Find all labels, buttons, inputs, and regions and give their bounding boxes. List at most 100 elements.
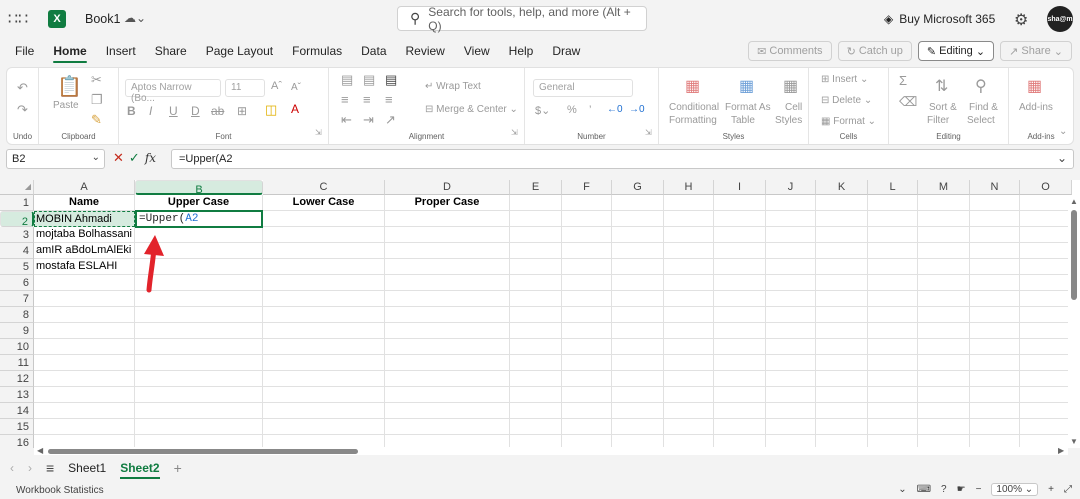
cell-j10[interactable] bbox=[766, 339, 816, 355]
italic-icon[interactable]: I bbox=[149, 104, 152, 118]
row-header-10[interactable]: 10 bbox=[0, 339, 34, 355]
cell-o9[interactable] bbox=[1020, 323, 1072, 339]
cell-j1[interactable] bbox=[766, 195, 816, 211]
cell-i14[interactable] bbox=[714, 403, 766, 419]
sheet-tab-sheet2[interactable]: Sheet2 bbox=[120, 461, 160, 479]
cell-d4[interactable] bbox=[385, 243, 510, 259]
catch-up-button[interactable]: ↻ Catch up bbox=[837, 41, 912, 61]
align-bottom-icon[interactable]: ▤ bbox=[385, 72, 397, 88]
accessibility-icon[interactable]: ⌨ bbox=[917, 484, 931, 495]
cell-a9[interactable] bbox=[34, 323, 135, 339]
cell-g12[interactable] bbox=[612, 371, 664, 387]
cell-f2[interactable] bbox=[562, 211, 612, 227]
cell-h5[interactable] bbox=[664, 259, 714, 275]
cell-d10[interactable] bbox=[385, 339, 510, 355]
cell-e15[interactable] bbox=[510, 419, 562, 435]
cell-d12[interactable] bbox=[385, 371, 510, 387]
cell-i1[interactable] bbox=[714, 195, 766, 211]
wrap-text-button[interactable]: ↵ Wrap Text bbox=[425, 81, 481, 92]
cell-b15[interactable] bbox=[135, 419, 263, 435]
cell-e10[interactable] bbox=[510, 339, 562, 355]
underline-icon[interactable]: U bbox=[169, 104, 178, 118]
cell-d1[interactable]: Proper Case bbox=[385, 195, 510, 211]
cell-k2[interactable] bbox=[816, 211, 868, 227]
buy-microsoft-365-button[interactable]: ◈ Buy Microsoft 365 bbox=[884, 12, 995, 26]
cell-l6[interactable] bbox=[868, 275, 918, 291]
cell-k5[interactable] bbox=[816, 259, 868, 275]
column-header-a[interactable]: A bbox=[34, 180, 135, 195]
cell-j12[interactable] bbox=[766, 371, 816, 387]
cell-g3[interactable] bbox=[612, 227, 664, 243]
cell-k1[interactable] bbox=[816, 195, 868, 211]
row-header-15[interactable]: 15 bbox=[0, 419, 34, 435]
select-all-corner[interactable]: ◢ bbox=[0, 180, 34, 195]
cell-c4[interactable] bbox=[263, 243, 385, 259]
cell-k4[interactable] bbox=[816, 243, 868, 259]
cell-g8[interactable] bbox=[612, 307, 664, 323]
cell-e7[interactable] bbox=[510, 291, 562, 307]
sort-filter-button[interactable]: Sort & bbox=[929, 102, 957, 113]
cell-o4[interactable] bbox=[1020, 243, 1072, 259]
cell-h12[interactable] bbox=[664, 371, 714, 387]
cell-a3[interactable]: mojtaba Bolhassani bbox=[34, 227, 135, 243]
cell-k8[interactable] bbox=[816, 307, 868, 323]
cell-n8[interactable] bbox=[970, 307, 1020, 323]
column-header-b[interactable]: B bbox=[135, 180, 263, 196]
cell-b8[interactable] bbox=[135, 307, 263, 323]
column-header-g[interactable]: G bbox=[612, 180, 664, 195]
cell-h10[interactable] bbox=[664, 339, 714, 355]
cell-o12[interactable] bbox=[1020, 371, 1072, 387]
cell-i5[interactable] bbox=[714, 259, 766, 275]
cell-g10[interactable] bbox=[612, 339, 664, 355]
copy-icon[interactable]: ❐ bbox=[91, 92, 103, 108]
cut-icon[interactable]: ✂ bbox=[91, 72, 102, 88]
insert-function-icon[interactable]: fx bbox=[145, 151, 156, 165]
cell-e3[interactable] bbox=[510, 227, 562, 243]
cell-o13[interactable] bbox=[1020, 387, 1072, 403]
cell-b11[interactable] bbox=[135, 355, 263, 371]
scroll-left-icon[interactable]: ◀ bbox=[37, 446, 43, 455]
cell-j14[interactable] bbox=[766, 403, 816, 419]
tab-draw[interactable]: Draw bbox=[552, 40, 580, 62]
scroll-right-icon[interactable]: ▶ bbox=[1058, 446, 1064, 455]
cell-n3[interactable] bbox=[970, 227, 1020, 243]
column-header-m[interactable]: M bbox=[918, 180, 970, 195]
cell-o3[interactable] bbox=[1020, 227, 1072, 243]
clear-icon[interactable]: ⌫ bbox=[899, 94, 917, 110]
cell-g13[interactable] bbox=[612, 387, 664, 403]
help-icon[interactable]: ? bbox=[941, 484, 947, 495]
cell-o8[interactable] bbox=[1020, 307, 1072, 323]
cell-j2[interactable] bbox=[766, 211, 816, 227]
cell-k7[interactable] bbox=[816, 291, 868, 307]
percent-icon[interactable]: % bbox=[567, 104, 577, 116]
cell-e5[interactable] bbox=[510, 259, 562, 275]
row-header-14[interactable]: 14 bbox=[0, 403, 34, 419]
cell-c11[interactable] bbox=[263, 355, 385, 371]
cell-m3[interactable] bbox=[918, 227, 970, 243]
cell-h4[interactable] bbox=[664, 243, 714, 259]
cell-l14[interactable] bbox=[868, 403, 918, 419]
addins-button[interactable]: Add-ins bbox=[1019, 102, 1053, 113]
cell-g2[interactable] bbox=[612, 211, 664, 227]
tab-page-layout[interactable]: Page Layout bbox=[206, 40, 273, 62]
cell-c9[interactable] bbox=[263, 323, 385, 339]
cell-a2[interactable]: MOBIN Ahmadi bbox=[36, 212, 112, 226]
fill-color-icon[interactable]: ◫ bbox=[265, 102, 277, 118]
cell-e8[interactable] bbox=[510, 307, 562, 323]
cell-o7[interactable] bbox=[1020, 291, 1072, 307]
cell-d3[interactable] bbox=[385, 227, 510, 243]
cell-styles-button[interactable]: Cell bbox=[785, 102, 802, 113]
cell-e6[interactable] bbox=[510, 275, 562, 291]
editing-mode-button[interactable]: ✎ Editing ⌄ bbox=[917, 41, 995, 61]
cell-c1[interactable]: Lower Case bbox=[263, 195, 385, 211]
feedback-icon[interactable]: ☛ bbox=[957, 484, 966, 495]
column-header-f[interactable]: F bbox=[562, 180, 612, 195]
cell-d11[interactable] bbox=[385, 355, 510, 371]
cell-b10[interactable] bbox=[135, 339, 263, 355]
cell-j8[interactable] bbox=[766, 307, 816, 323]
cell-m13[interactable] bbox=[918, 387, 970, 403]
cell-f14[interactable] bbox=[562, 403, 612, 419]
cell-n13[interactable] bbox=[970, 387, 1020, 403]
cell-m6[interactable] bbox=[918, 275, 970, 291]
active-cell-b2[interactable]: =Upper(A2 bbox=[135, 210, 263, 228]
